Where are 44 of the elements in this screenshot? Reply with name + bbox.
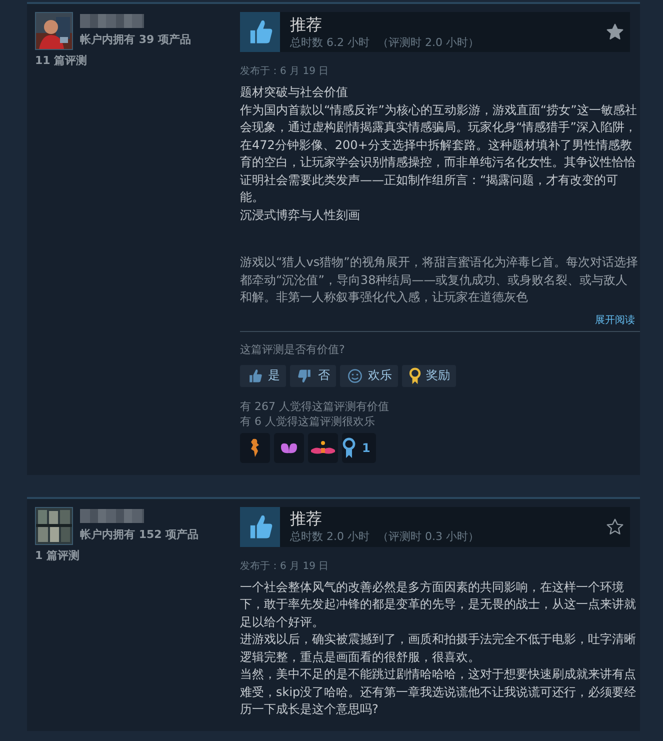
vote-button[interactable]: 是 <box>240 364 286 386</box>
wings-icon <box>279 440 299 454</box>
playtime: 总时数 6.2 小时 <box>290 36 370 48</box>
ribbon-icon <box>342 436 356 458</box>
hands-icon <box>310 440 336 456</box>
vote-button[interactable]: 否 <box>290 364 336 386</box>
review-paragraph: 沉浸式博弈与人性刻画 <box>240 206 361 224</box>
star-icon[interactable] <box>606 518 624 536</box>
expand-link[interactable]: 展开阅读 <box>595 312 635 326</box>
blurred-username <box>80 508 144 522</box>
blurred-username <box>80 14 144 28</box>
posted-date: 发布于：6 月 19 日 <box>240 65 330 78</box>
award-ribbon-icon <box>408 366 422 384</box>
vote-summary: 有 6 人觉得这篇评测很欢乐 <box>240 414 376 428</box>
award-badge[interactable] <box>240 432 270 462</box>
vote-button[interactable]: 奖励 <box>402 364 456 386</box>
helpful-prompt: 这篇评测是否有价值? <box>240 342 346 356</box>
award-badge[interactable] <box>308 432 338 462</box>
review-paragraph: 当然，美中不足的是不能跳过剧情哈哈哈，这对于想要快速刷成就来讲有点难受，skip没了哈哈。还有第一章我选说谎他不让我说谎可还行，必须要经历一下成长是这个意思吗? <box>240 666 638 718</box>
award-badge[interactable] <box>274 432 304 462</box>
verdict-title[interactable]: 推荐 <box>290 14 606 34</box>
review-paragraph: 作为国内首款以“情感反诈”为核心的互动影游，游戏直面“捞女”这一敏感社会现象，通过虚构剧情揭露真实情感骗局。玩家化身“情感猎手”深入陷阱，在472分钟影像、200+分支选择中拆解套路。这种题材填补了男性情感教育的空白，让玩家学会识别情感操控，而非单纯污名化女性。其争议性恰恰证明社会需要此类发声——正如制作组所言：“揭露问题，才有改变的可能。 <box>240 102 638 206</box>
vote-button[interactable]: 欢乐 <box>340 364 398 386</box>
award-badge[interactable]: 1 <box>342 432 376 462</box>
award-count: 1 <box>362 440 370 454</box>
review-paragraph: 进游戏以后，确实被震撼到了，画质和拍摄手法完全不低于电影，吐字清晰逻辑完整，重点是画面看的很舒服，很喜欢。 <box>240 631 637 666</box>
vote-summary: 有 267 人觉得这篇评测有价值 <box>240 398 390 414</box>
review-paragraph: 题材突破与社会价值 <box>240 84 349 101</box>
smiley-icon <box>346 366 364 384</box>
posted-date: 发布于：6 月 19 日 <box>240 560 330 572</box>
playtime-at-review: （评测时 0.3 小时） <box>378 530 479 543</box>
review-paragraph: 一个社会整体风气的改善必然是多方面因素的共同影响，在这样一个环境下，敢于率先发起冲锋的都是变革的先导，是无畏的战士，从这一点来讲就足以给个好评。 <box>240 578 637 630</box>
playtime: 总时数 2.0 小时 <box>290 530 370 543</box>
review-paragraph: 游戏以“猎人vs猎物”的视角展开，将甜言蜜语化为淬毒匕首。每次对话选择都牵动“沉沦值”，导向38种结局——或复仇成功、或身败名裂、或与敌人和解。非第一人称叙事强化代入感，让玩家在道德灰色 <box>240 254 638 306</box>
owned-products[interactable]: 帐户内拥有 39 项产品 <box>80 32 191 47</box>
thumbs-up-icon <box>240 506 280 546</box>
star-icon[interactable] <box>606 23 624 41</box>
review-count[interactable]: 1 篇评测 <box>35 548 230 562</box>
verdict-title[interactable]: 推荐 <box>290 509 606 529</box>
review-count[interactable]: 11 篇评测 <box>35 53 230 68</box>
owned-products[interactable]: 帐户内拥有 152 项产品 <box>80 526 199 542</box>
thumbs-up-icon <box>240 12 280 52</box>
figure-icon <box>248 436 262 458</box>
playtime-at-review: （评测时 2.0 小时） <box>378 36 479 48</box>
